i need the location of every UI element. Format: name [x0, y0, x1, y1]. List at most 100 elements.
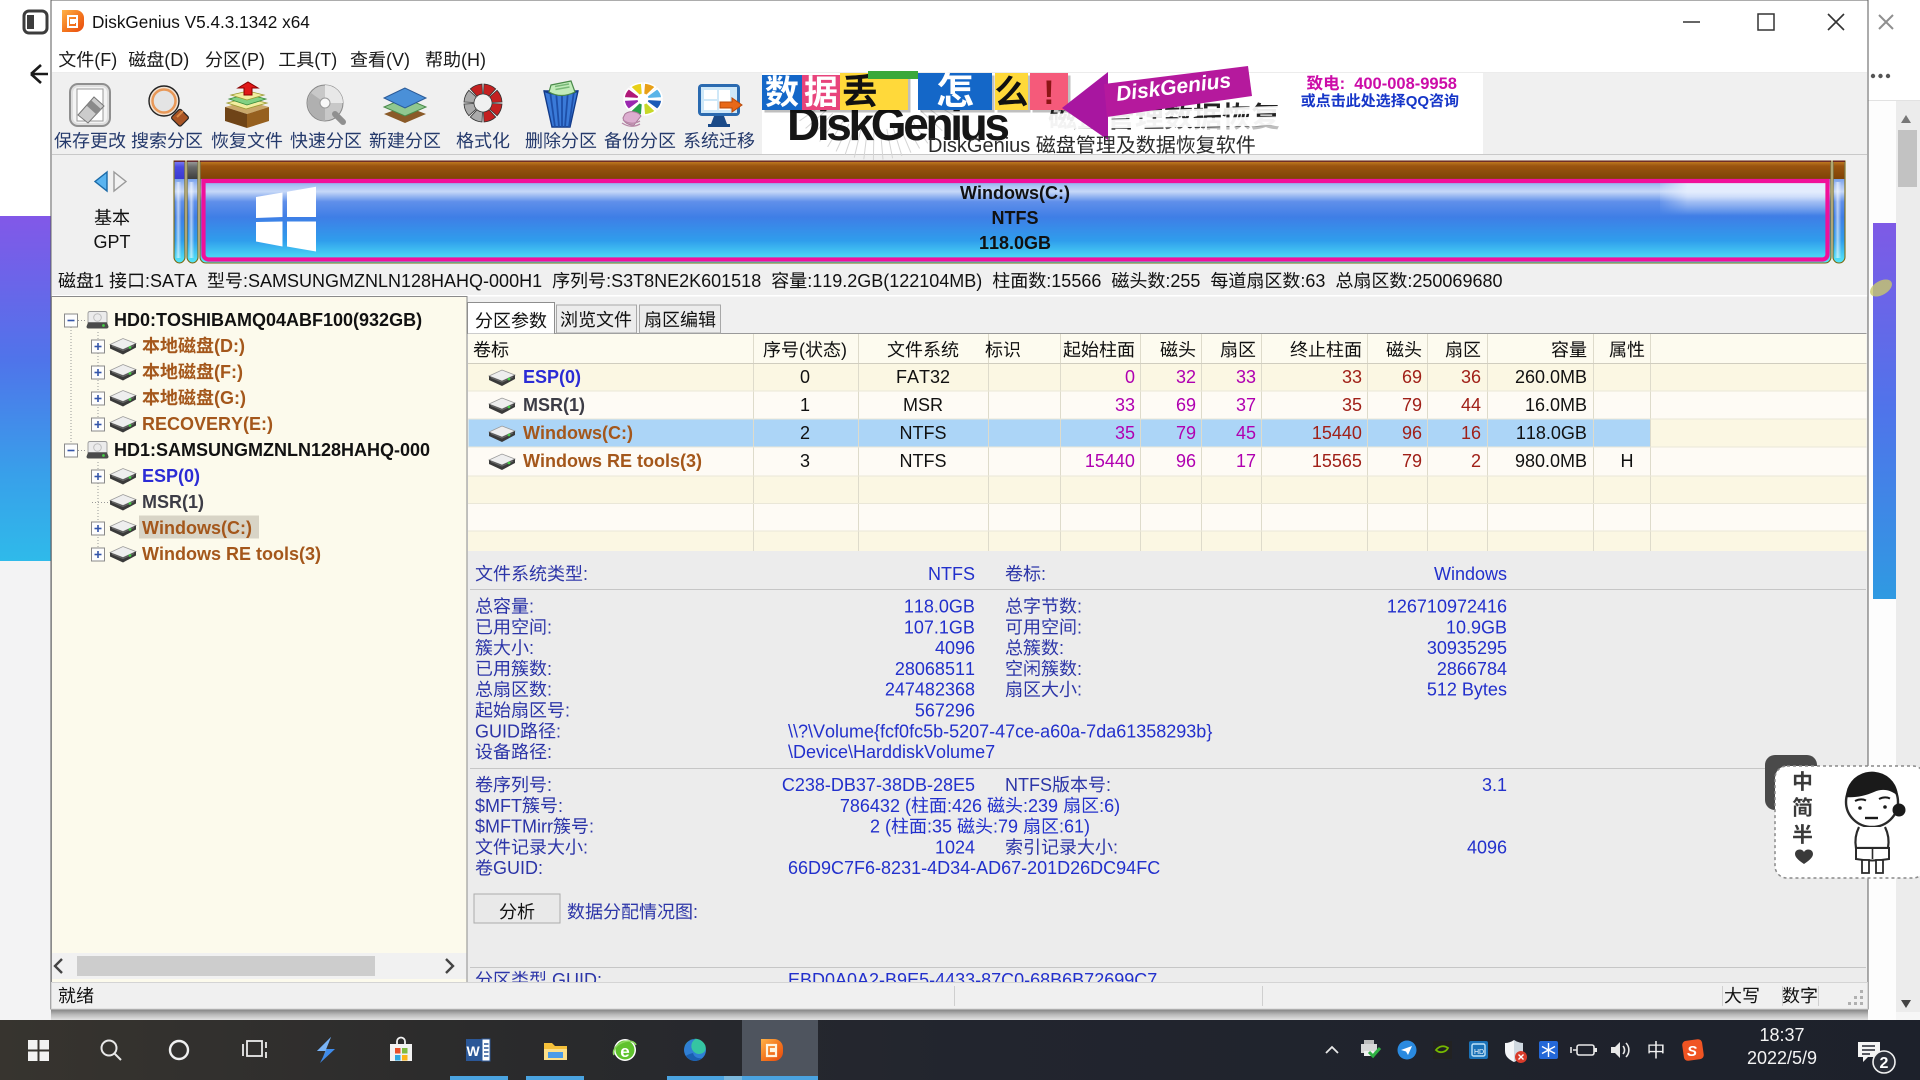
svg-text::: :	[589, 817, 594, 837]
svg-text:30935295: 30935295	[1427, 638, 1507, 658]
svg-text:118.0GB: 118.0GB	[979, 233, 1051, 253]
svg-text:2866784: 2866784	[1437, 659, 1507, 679]
svg-text:96: 96	[1402, 423, 1422, 443]
svg-text::255: :255	[1165, 271, 1200, 291]
svg-text::: :	[1340, 75, 1346, 93]
svg-text:\\?\Volume{fcf0fc5b-5207-47ce-: \\?\Volume{fcf0fc5b-5207-47ce-a60a-7da61…	[788, 721, 1212, 741]
svg-text:DiskGenius V5.4.3.1342 x64: DiskGenius V5.4.3.1342 x64	[92, 12, 310, 32]
svg-text::: :	[1077, 680, 1082, 700]
svg-text:79: 79	[1402, 451, 1422, 471]
svg-text:HD: HD	[1474, 1049, 1484, 1056]
svg-text:(D): (D)	[164, 50, 189, 70]
svg-text:NTFS: NTFS	[928, 564, 975, 584]
svg-text::119.2GB(122104MB): :119.2GB(122104MB)	[807, 271, 982, 291]
svg-text:4096: 4096	[935, 638, 975, 658]
svg-text:): )	[841, 340, 847, 360]
svg-text:HD1:SAMSUNGMZNLN128HAHQ-000: HD1:SAMSUNGMZNLN128HAHQ-000	[114, 440, 430, 460]
svg-text::SATA: :SATA	[145, 271, 197, 291]
svg-text:118.0GB: 118.0GB	[1516, 423, 1587, 443]
svg-text:69: 69	[1176, 395, 1196, 415]
svg-text:Windows: Windows	[1434, 564, 1507, 584]
svg-text:(: (	[799, 340, 805, 360]
svg-text:512 Bytes: 512 Bytes	[1427, 680, 1507, 700]
svg-text::: :	[556, 721, 561, 741]
svg-text:400-008-9958: 400-008-9958	[1354, 75, 1457, 93]
svg-text::426: :426	[947, 796, 982, 816]
svg-text:(P): (P)	[241, 50, 265, 70]
svg-text::35: :35	[927, 817, 952, 837]
svg-text::: :	[1106, 775, 1111, 795]
svg-text::: :	[547, 775, 552, 795]
svg-text:NTFS: NTFS	[900, 451, 947, 471]
svg-text:GUID:: GUID:	[493, 858, 543, 878]
svg-text:GUID: GUID	[475, 721, 520, 741]
svg-text:44: 44	[1461, 395, 1481, 415]
svg-text:(T): (T)	[314, 50, 337, 70]
svg-text:15440: 15440	[1312, 423, 1362, 443]
svg-text:126710972416: 126710972416	[1387, 597, 1507, 617]
svg-text::61): :61)	[1059, 817, 1090, 837]
svg-text:1: 1	[94, 271, 104, 291]
svg-text:W: W	[467, 1043, 481, 1059]
svg-text::S3T8NE2K601518: :S3T8NE2K601518	[606, 271, 761, 291]
svg-text:1: 1	[800, 395, 810, 415]
svg-text:2022/5/9: 2022/5/9	[1747, 1048, 1817, 1068]
svg-text:118.0GB: 118.0GB	[904, 597, 975, 617]
svg-text:Windows(C:): Windows(C:)	[960, 183, 1070, 203]
svg-text:(G:): (G:)	[214, 388, 246, 408]
svg-text:\Device\HarddiskVolume7: \Device\HarddiskVolume7	[788, 742, 995, 762]
svg-text:RECOVERY(E:): RECOVERY(E:)	[142, 414, 273, 434]
svg-text:16: 16	[1461, 423, 1481, 443]
svg-text:0: 0	[1125, 367, 1135, 387]
svg-text::SAMSUNGMZNLN128HAHQ-000H1: :SAMSUNGMZNLN128HAHQ-000H1	[243, 271, 542, 291]
svg-text::: :	[1077, 659, 1082, 679]
svg-text::: :	[1059, 638, 1064, 658]
svg-text:$MFTMirr: $MFTMirr	[475, 817, 553, 837]
svg-text:36: 36	[1461, 367, 1481, 387]
svg-text::63: :63	[1300, 271, 1325, 291]
svg-text:HD0:TOSHIBAMQ04ABF100(932GB): HD0:TOSHIBAMQ04ABF100(932GB)	[114, 310, 422, 330]
svg-text::: :	[529, 638, 534, 658]
svg-text::: :	[547, 617, 552, 637]
svg-text:1024: 1024	[935, 837, 975, 857]
svg-text:15565: 15565	[1312, 451, 1362, 471]
svg-text:Windows RE tools(3): Windows RE tools(3)	[523, 451, 702, 471]
svg-text:ESP(0): ESP(0)	[523, 367, 581, 387]
svg-text::79: :79	[993, 817, 1018, 837]
svg-text:NTFS: NTFS	[992, 208, 1039, 228]
svg-text:79: 79	[1176, 423, 1196, 443]
svg-text:980.0MB: 980.0MB	[1515, 451, 1587, 471]
svg-text:567296: 567296	[915, 701, 975, 721]
svg-text::: :	[583, 837, 588, 857]
svg-text::: :	[1077, 617, 1082, 637]
svg-text:QQ: QQ	[1406, 93, 1430, 110]
svg-text:33: 33	[1236, 367, 1256, 387]
svg-text:0: 0	[800, 367, 810, 387]
svg-text::: :	[547, 680, 552, 700]
svg-text:GPT: GPT	[94, 232, 131, 252]
svg-text::: :	[1041, 564, 1046, 584]
svg-text:69: 69	[1402, 367, 1422, 387]
svg-text::239: :239	[1023, 796, 1058, 816]
svg-text:(F): (F)	[94, 50, 117, 70]
svg-text:(D:): (D:)	[214, 336, 245, 356]
svg-text:35: 35	[1115, 423, 1135, 443]
svg-text:3: 3	[800, 451, 810, 471]
svg-text::: :	[529, 597, 534, 617]
svg-text:!: !	[1043, 74, 1054, 112]
svg-text::: :	[693, 902, 698, 922]
svg-text:(F:): (F:)	[214, 362, 243, 382]
svg-text:2: 2	[1880, 1055, 1889, 1072]
svg-text:33: 33	[1342, 367, 1362, 387]
svg-text:ESP(0): ESP(0)	[142, 466, 200, 486]
svg-text::: :	[547, 659, 552, 679]
svg-text::250069680: :250069680	[1407, 271, 1502, 291]
svg-text:79: 79	[1402, 395, 1422, 415]
svg-text:107.1GB: 107.1GB	[904, 617, 975, 637]
svg-text:66D9C7F6-8231-4D34-AD67-201D26: 66D9C7F6-8231-4D34-AD67-201D26DC94FC	[788, 858, 1160, 878]
svg-text:e: e	[620, 1042, 629, 1061]
svg-text:4096: 4096	[1467, 837, 1507, 857]
svg-text:FAT32: FAT32	[896, 367, 950, 387]
svg-text:$MFT: $MFT	[475, 796, 522, 816]
svg-text:32: 32	[1176, 367, 1196, 387]
